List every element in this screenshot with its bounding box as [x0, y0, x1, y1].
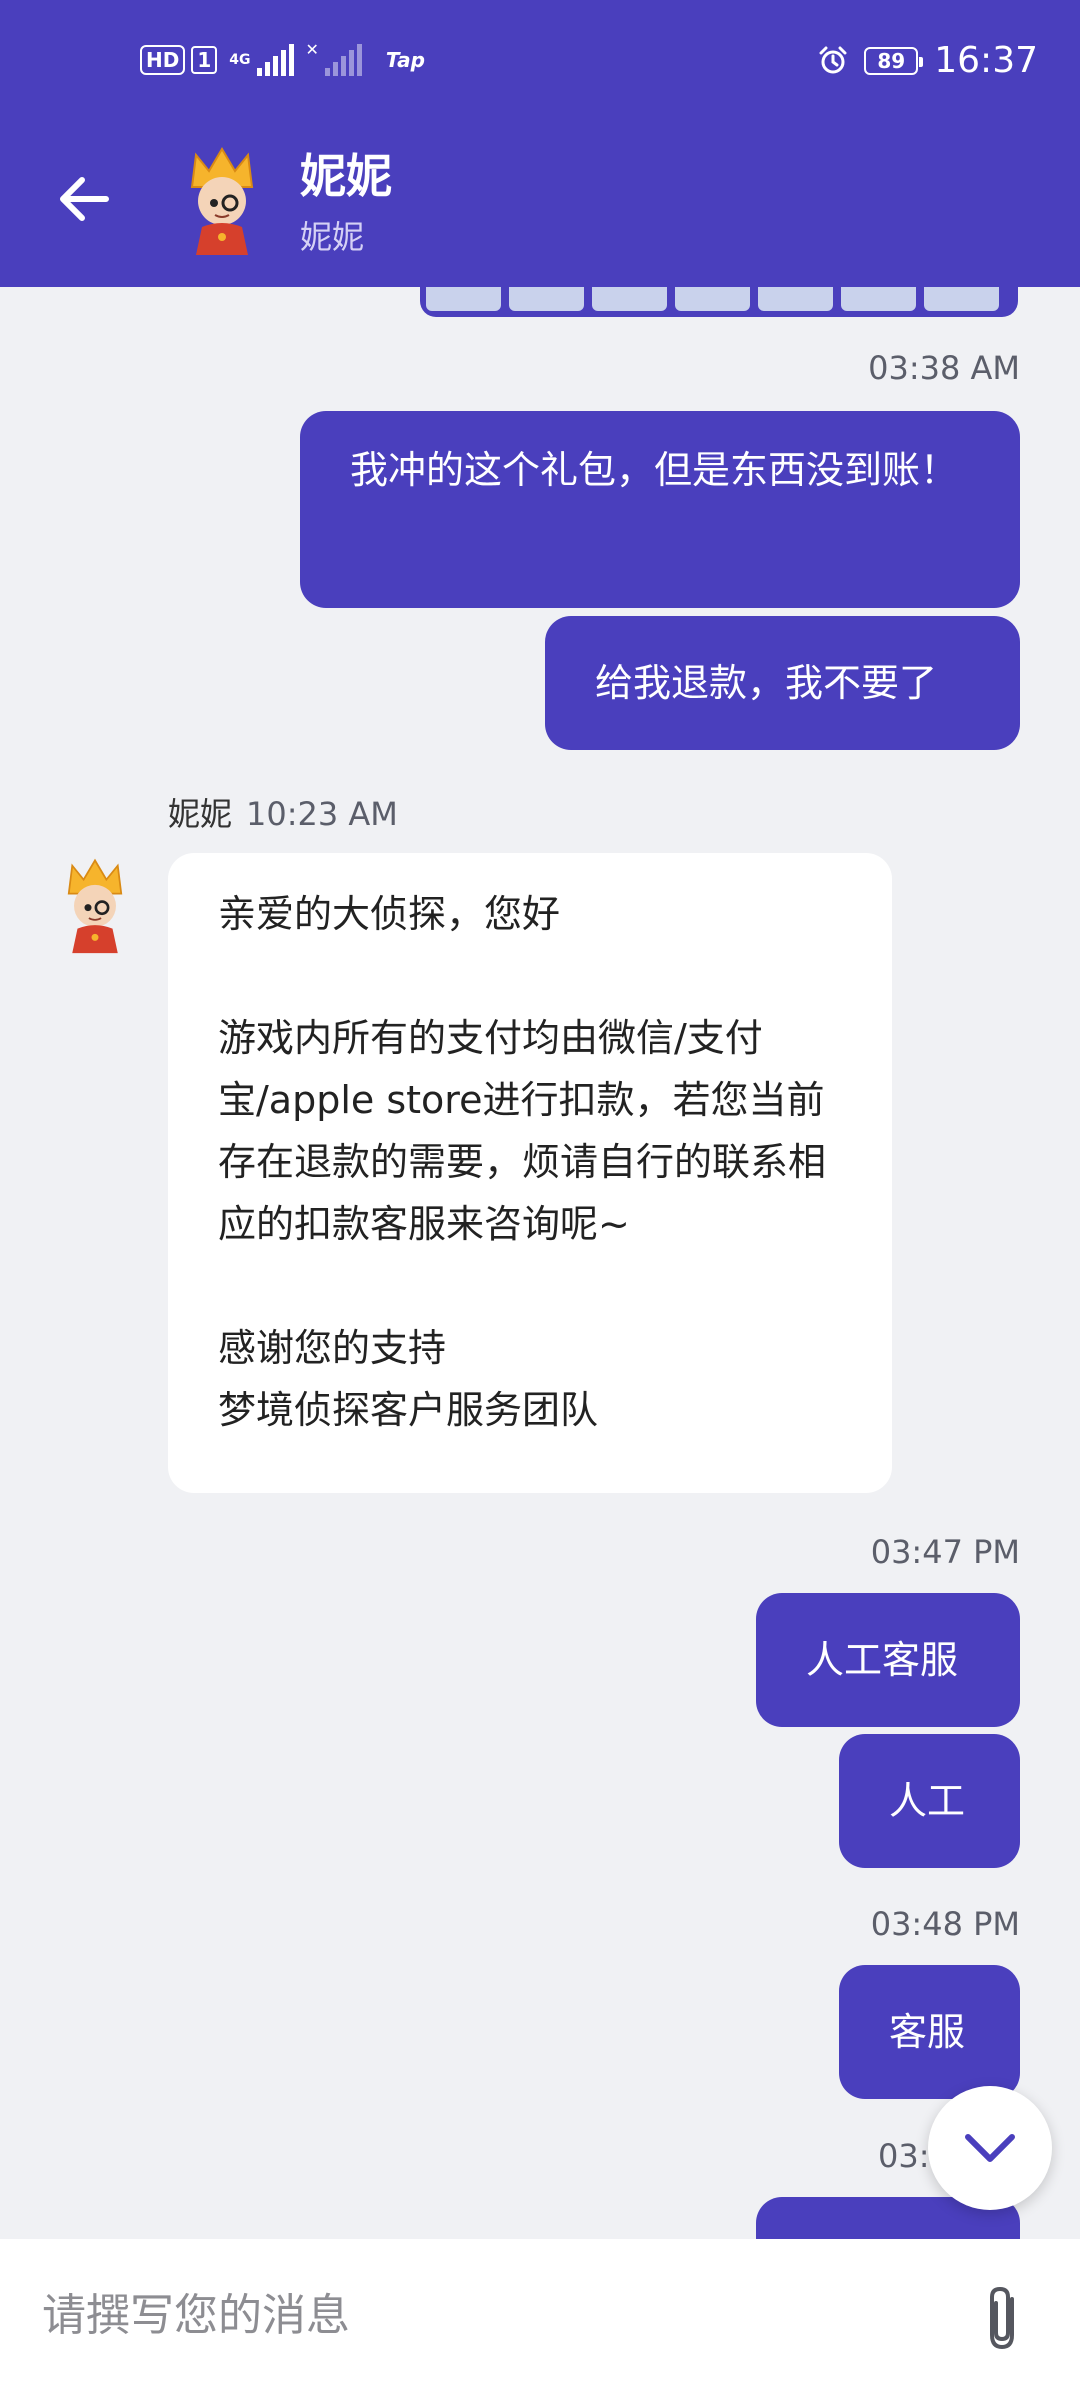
signal-icon: [256, 44, 294, 76]
message-text: 人工: [889, 1779, 966, 1823]
no-signal-icon: ✕: [305, 40, 319, 59]
timestamp: 03:47 PM: [870, 1533, 1020, 1571]
outgoing-message[interactable]: 人工: [839, 1734, 1020, 1868]
status-left: HD 1 4G ✕ Tap: [140, 40, 425, 76]
message-line: 亲爱的大侦探，您好: [218, 892, 561, 936]
paperclip-icon[interactable]: [978, 2283, 1030, 2355]
message-input[interactable]: [40, 2279, 944, 2351]
message-list[interactable]: 03:38 AM 我冲的这个礼包，但是东西没到账！ 给我退款，我不要了 妮妮 10…: [0, 287, 1080, 2239]
message-line: 梦境侦探客户服务团队: [218, 1388, 599, 1432]
timestamp: 03:: [878, 2137, 930, 2175]
outgoing-message[interactable]: 我冲的这个礼包，但是东西没到账！: [300, 411, 1020, 608]
taptap-badge: Tap: [385, 48, 425, 72]
alarm-icon: [819, 46, 847, 73]
message-text: 人工客服: [806, 1638, 959, 1682]
agent-avatar: [67, 858, 123, 954]
chevron-down-icon: [965, 2134, 1015, 2162]
outgoing-message[interactable]: 客服: [839, 1965, 1020, 2099]
outgoing-message[interactable]: 人工客服: [756, 1593, 1020, 1727]
message-text: 给我退款，我不要了: [595, 661, 938, 705]
scroll-to-bottom-button[interactable]: [928, 2086, 1052, 2210]
message-paragraph: 游戏内所有的支付均由微信/支付宝/apple store进行扣款，若您当前存在退…: [218, 1016, 827, 1246]
sender-name: 妮妮: [168, 795, 233, 833]
signal-2-icon: [324, 44, 362, 76]
status-right: 89 16:37: [818, 40, 1038, 81]
composer-bar: [0, 2239, 1080, 2400]
battery-icon: 89: [864, 46, 924, 75]
arrow-left-icon[interactable]: [56, 174, 112, 224]
timestamp: 03:38 AM: [868, 349, 1020, 387]
outgoing-message[interactable]: 给我退款，我不要了: [545, 616, 1020, 750]
sim-indicator: 1: [191, 46, 218, 74]
status-time: 16:37: [934, 40, 1038, 81]
battery-level: 89: [877, 48, 906, 73]
hd-indicator: HD: [140, 45, 186, 75]
incoming-message[interactable]: 亲爱的大侦探，您好 游戏内所有的支付均由微信/支付宝/apple store进行…: [168, 853, 892, 1493]
sender-time: 10:23 AM: [246, 795, 398, 833]
sender-info: 妮妮 10:23 AM: [168, 789, 398, 835]
image-message-partial[interactable]: [420, 287, 1018, 317]
status-bar: HD 1 4G ✕ Tap 89 16:37: [0, 0, 1080, 130]
network-type: 4G: [229, 52, 251, 68]
app-header: HD 1 4G ✕ Tap 89 16:37 妮妮 妮妮: [0, 0, 1080, 287]
contact-avatar[interactable]: [182, 145, 262, 255]
message-text: 客服: [889, 2010, 966, 2054]
timestamp: 03:48 PM: [870, 1905, 1020, 1943]
message-line: 感谢您的支持: [218, 1326, 447, 1370]
chat-title: 妮妮: [300, 149, 392, 203]
message-text: 我冲的这个礼包，但是东西没到账！: [350, 448, 959, 492]
chat-subtitle: 妮妮: [300, 218, 365, 256]
